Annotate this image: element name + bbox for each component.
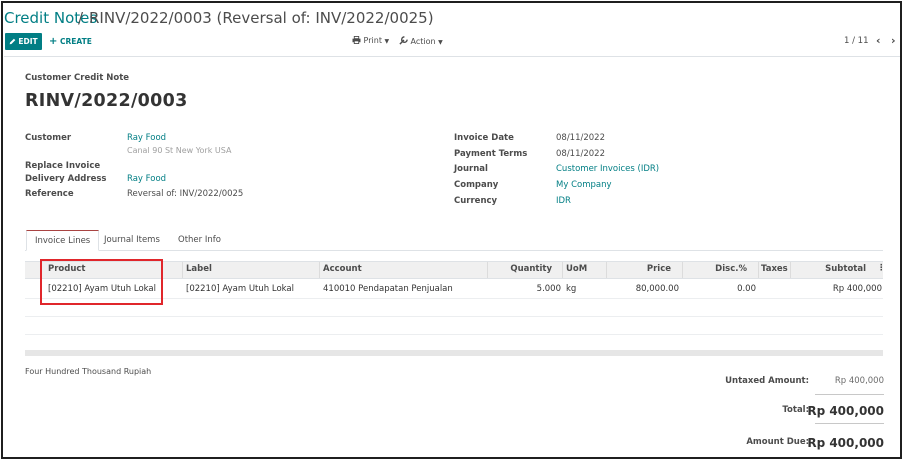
printer-icon	[352, 36, 361, 44]
line-uom-cell[interactable]: kg	[566, 284, 576, 294]
caret-down-icon: ▼	[438, 39, 443, 46]
totals-divider	[815, 394, 884, 395]
document-type: Customer Credit Note	[25, 73, 130, 83]
column-header-account[interactable]: Account	[323, 264, 362, 274]
column-header-subtotal[interactable]: Subtotal	[825, 264, 866, 274]
payment-terms-field[interactable]: 08/11/2022	[556, 149, 605, 159]
column-separator	[606, 262, 607, 278]
amount-due-label: Amount Due:	[746, 437, 809, 447]
amount-due-value: Rp 400,000	[807, 436, 884, 450]
print-label: Print	[363, 36, 382, 45]
line-subtotal-cell: Rp 400,000	[832, 284, 882, 294]
row-divider	[25, 316, 883, 317]
edit-button-label: EDIT	[18, 37, 38, 46]
customer-label: Customer	[25, 133, 72, 143]
replace-invoice-label: Replace Invoice	[25, 161, 101, 171]
column-header-quantity[interactable]: Quantity	[510, 264, 552, 274]
line-account-cell[interactable]: 410010 Pendapatan Penjualan	[323, 284, 453, 294]
totals-divider	[815, 423, 884, 424]
column-separator	[182, 262, 183, 278]
breadcrumb-parent-link[interactable]: Credit Notes	[4, 9, 97, 27]
untaxed-amount-value: Rp 400,000	[834, 376, 884, 386]
breadcrumb-separator: /	[78, 9, 84, 27]
tab-invoice-lines[interactable]: Invoice Lines	[26, 230, 100, 251]
line-discount-cell[interactable]: 0.00	[737, 284, 756, 294]
line-label-cell[interactable]: [02210] Ayam Utuh Lokal	[186, 284, 294, 294]
create-button-label: CREATE	[60, 37, 92, 46]
invoice-date-field[interactable]: 08/11/2022	[556, 133, 605, 143]
line-quantity-cell[interactable]: 5.000	[537, 284, 561, 294]
journal-label: Journal	[454, 164, 488, 174]
total-label: Total:	[782, 405, 809, 415]
pager-value[interactable]: 1 / 11	[844, 36, 869, 46]
journal-field[interactable]: Customer Invoices (IDR)	[556, 164, 659, 174]
customer-address: Canal 90 St New York USA	[127, 146, 232, 155]
delivery-address-label: Delivery Address	[25, 174, 107, 184]
column-separator	[758, 262, 759, 278]
print-dropdown[interactable]: Print ▼	[352, 36, 389, 45]
tab-other-info[interactable]: Other Info	[170, 230, 229, 251]
action-dropdown[interactable]: Action ▼	[399, 36, 443, 46]
currency-label: Currency	[454, 196, 498, 206]
column-separator	[319, 262, 320, 278]
reference-field[interactable]: Reversal of: INV/2022/0025	[127, 189, 243, 199]
total-value: Rp 400,000	[807, 404, 884, 418]
company-field[interactable]: My Company	[556, 180, 612, 190]
line-price-cell[interactable]: 80,000.00	[636, 284, 679, 294]
pencil-icon	[10, 38, 16, 45]
chevron-right-icon[interactable]: ›	[891, 34, 896, 47]
column-separator	[562, 262, 563, 278]
column-header-label[interactable]: Label	[186, 264, 212, 274]
table-footer	[25, 350, 883, 356]
untaxed-amount-label: Untaxed Amount:	[725, 376, 809, 386]
breadcrumb-current: RINV/2022/0003 (Reversal of: INV/2022/00…	[89, 9, 434, 27]
action-label: Action	[410, 37, 436, 46]
caret-down-icon: ▼	[384, 38, 390, 45]
column-header-discount[interactable]: Disc.%	[715, 264, 747, 274]
payment-terms-label: Payment Terms	[454, 149, 528, 159]
optional-columns-kebab-icon[interactable]: ⋮	[877, 263, 886, 273]
customer-field[interactable]: Ray Food	[127, 133, 166, 143]
row-divider	[25, 334, 883, 335]
currency-field[interactable]: IDR	[556, 196, 571, 206]
amount-in-words: Four Hundred Thousand Rupiah	[25, 367, 152, 376]
create-button[interactable]: + CREATE	[49, 36, 92, 47]
control-panel-divider	[4, 56, 900, 57]
company-label: Company	[454, 180, 499, 190]
column-header-taxes[interactable]: Taxes	[761, 264, 788, 274]
reference-label: Reference	[25, 189, 74, 199]
column-header-price[interactable]: Price	[647, 264, 671, 274]
column-separator	[682, 262, 683, 278]
chevron-left-icon[interactable]: ‹	[876, 34, 881, 47]
delivery-address-field[interactable]: Ray Food	[127, 174, 166, 184]
column-header-uom[interactable]: UoM	[566, 264, 587, 274]
column-separator	[487, 262, 488, 278]
invoice-date-label: Invoice Date	[454, 133, 514, 143]
column-separator	[790, 262, 791, 278]
edit-button[interactable]: EDIT	[5, 33, 42, 50]
plus-icon: +	[49, 36, 58, 47]
document-number: RINV/2022/0003	[25, 91, 188, 111]
wrench-icon	[399, 36, 408, 45]
tab-journal-items[interactable]: Journal Items	[96, 230, 168, 251]
product-highlight-box	[40, 259, 163, 305]
